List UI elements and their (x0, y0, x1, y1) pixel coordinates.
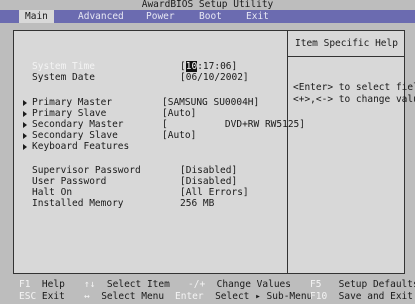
footer-updown: ↑↓ Select Item (84, 279, 170, 290)
help-line-2: <+>,<-> to change value. (293, 94, 415, 105)
tab-exit[interactable]: Exit (246, 10, 269, 23)
primary-slave-value[interactable]: [Auto] (162, 108, 196, 119)
footer-leftright: ↔ Select Menu (84, 291, 165, 302)
secondary-slave-value[interactable]: [Auto] (162, 130, 196, 141)
submenu-arrow-icon (23, 99, 27, 106)
item-primary-master[interactable]: Primary Master [SAMSUNG SU0004H] (23, 97, 259, 108)
supervisor-password-value[interactable]: [Disabled] (180, 165, 237, 176)
tab-advanced[interactable]: Advanced (78, 10, 124, 23)
system-time-cursor[interactable]: 10 (185, 61, 198, 72)
item-installed-memory: Installed Memory 256 MB (32, 198, 214, 209)
tab-power[interactable]: Power (146, 10, 175, 23)
item-halt-on[interactable]: Halt On [All Errors] (32, 187, 249, 198)
secondary-slave-label: Secondary Slave (32, 130, 118, 141)
key-help-footer: F1 Help ↑↓ Select Item -/+ Change Values… (0, 277, 415, 304)
menu-bar: Main Advanced Power Boot Exit (0, 10, 415, 23)
submenu-arrow-icon (23, 143, 27, 150)
halt-on-value[interactable]: [All Errors] (180, 187, 249, 198)
installed-memory-value: 256 MB (180, 198, 215, 209)
item-user-password[interactable]: User Password [Disabled] (32, 176, 237, 187)
secondary-master-value[interactable]: [ DVD+RW RW5125] (162, 119, 305, 130)
footer-enter: Enter Select ▸ Sub-Menu (175, 291, 313, 302)
tab-boot[interactable]: Boot (199, 10, 222, 23)
system-time-value-rest: :17:06] (197, 61, 238, 72)
panel-divider (287, 31, 288, 273)
footer-f1: F1 Help (19, 279, 65, 290)
submenu-arrow-icon (23, 121, 27, 128)
keyboard-features-label: Keyboard Features (32, 141, 130, 152)
system-date-label: System Date (32, 72, 95, 83)
main-panel: Item Specific Help <Enter> to select fie… (13, 30, 415, 274)
item-primary-slave[interactable]: Primary Slave [Auto] (23, 108, 196, 119)
item-system-date[interactable]: System Date [06/10/2002] (32, 72, 249, 83)
item-supervisor-password[interactable]: Supervisor Password [Disabled] (32, 165, 237, 176)
user-password-label: User Password (32, 176, 107, 187)
help-text: <Enter> to select field; <+>,<-> to chan… (293, 82, 415, 106)
user-password-value[interactable]: [Disabled] (180, 176, 237, 187)
app-title: AwardBIOS Setup Utility (141, 0, 274, 10)
primary-master-label: Primary Master (32, 97, 113, 108)
primary-master-value[interactable]: [SAMSUNG SU0004H] (162, 97, 259, 108)
item-secondary-master[interactable]: Secondary Master [ DVD+RW RW5125] (23, 119, 305, 130)
footer-f5: F5 Setup Defaults (310, 279, 415, 290)
installed-memory-label: Installed Memory (32, 198, 124, 209)
submenu-arrow-icon (23, 132, 27, 139)
system-time-label: System Time (32, 61, 95, 72)
halt-on-label: Halt On (32, 187, 73, 198)
system-date-value[interactable]: [06/10/2002] (180, 72, 249, 83)
tab-main[interactable]: Main (19, 10, 54, 23)
supervisor-password-label: Supervisor Password (32, 165, 141, 176)
item-secondary-slave[interactable]: Secondary Slave [Auto] (23, 130, 196, 141)
footer-f10: F10 Save and Exit (310, 291, 413, 302)
help-line-1: <Enter> to select field; (293, 82, 415, 93)
primary-slave-label: Primary Slave (32, 108, 107, 119)
help-title: Item Specific Help (288, 31, 405, 57)
footer-esc: ESC Exit (19, 291, 65, 302)
secondary-master-label: Secondary Master (32, 119, 124, 130)
item-system-time[interactable]: System Time [10:17:06] (32, 61, 237, 72)
footer-plusminus: -/+ Change Values (188, 279, 291, 290)
system-time-value[interactable]: [10:17:06] (180, 61, 237, 72)
submenu-arrow-icon (23, 110, 27, 117)
item-keyboard-features[interactable]: Keyboard Features (23, 141, 129, 152)
